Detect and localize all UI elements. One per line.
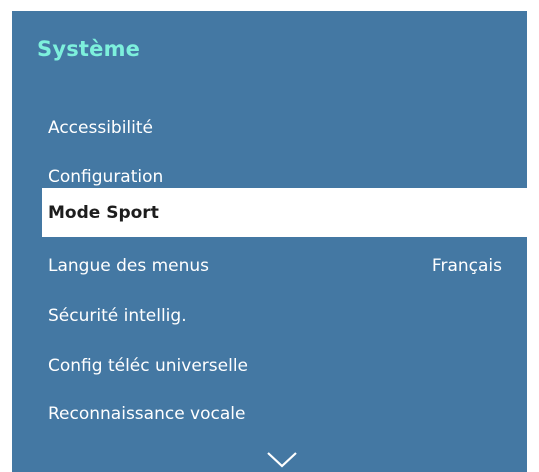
menu-item-label: Accessibilité [48,117,154,138]
menu-item-label: Configuration [48,166,164,187]
menu-item-langue-des-menus[interactable]: Langue des menus Français [12,241,527,290]
menu-item-label: Reconnaissance vocale [48,403,246,424]
menu-item-label: Langue des menus [48,255,210,276]
menu-item-reconnaissance-vocale[interactable]: Reconnaissance vocale [12,389,527,438]
menu-title: Système [37,37,141,61]
menu-item-value: Français [431,255,502,276]
menu-item-accessibilite[interactable]: Accessibilité [12,103,527,152]
system-menu-panel: Système Accessibilité Configuration Mode… [12,11,527,472]
menu-item-label: Mode Sport [48,202,159,223]
menu-item-mode-sport[interactable]: Mode Sport [42,188,527,237]
menu-item-label: Config téléc universelle [48,355,249,376]
menu-item-securite-intellig[interactable]: Sécurité intellig. [12,291,527,340]
menu-item-config-telec-universelle[interactable]: Config téléc universelle [12,341,527,390]
menu-item-label: Sécurité intellig. [48,305,187,326]
chevron-down-icon[interactable] [266,451,298,469]
